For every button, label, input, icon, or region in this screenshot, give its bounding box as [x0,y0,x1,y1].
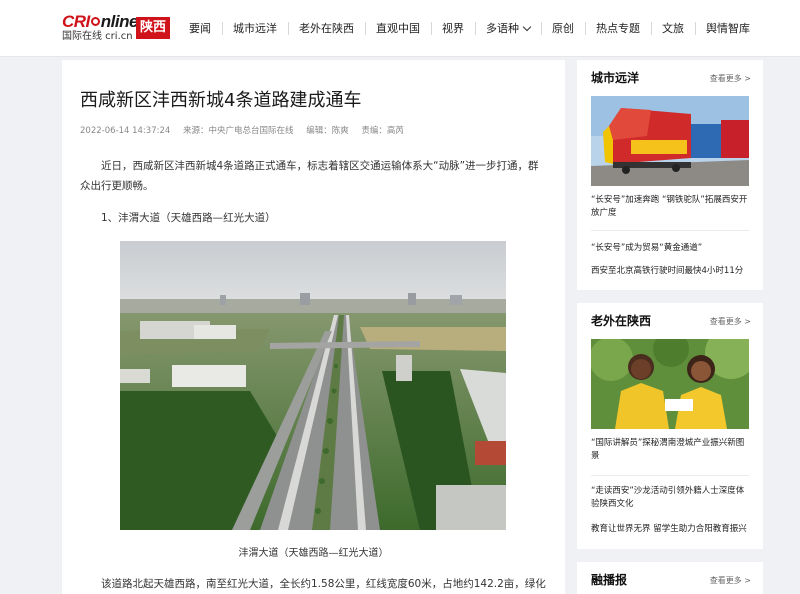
divider [591,475,749,476]
article-panel: 西咸新区沣西新城4条道路建成通车 2022-06-14 14:37:24 来源：… [62,60,565,594]
nav-item-topics[interactable]: 热点专题 [585,0,651,57]
nav-item-china[interactable]: 直观中国 [365,0,431,57]
train-thumbnail[interactable] [591,96,749,186]
article-paragraph: 近日，西咸新区沣西新城4条道路正式通车，标志着辖区交通运输体系大“动脉”进一步打… [80,160,539,192]
card-title: 融播报 [591,573,628,587]
logo-wordmark: CRI nline [62,12,138,31]
sidebar-card-broadcast: 融播报 查看更多 > [577,562,763,594]
sidebar-card-foreigners: 老外在陕西 查看更多 > “国际讲解员”探秘渭南澄城产业振兴新图景 “走读西安”… [577,303,763,549]
article-date: 2022-06-14 14:37:24 [80,126,171,136]
news-link[interactable]: “走读西安”沙龙活动引领外籍人士深度体验陕西文化 [591,485,751,511]
article-editor: 编辑：陈爽 [306,126,349,136]
women-thumbnail[interactable] [591,339,749,429]
article-reviewer: 责编：高芮 [361,126,404,136]
nav-item-thinktank[interactable]: 舆情智库 [695,0,761,57]
news-link[interactable]: “长安号”加速奔跑 “钢铁驼队”拓展西安开放广度 [591,194,751,220]
article-meta: 2022-06-14 14:37:24 来源：中央广电总台国际在线 编辑：陈爽 … [80,124,550,136]
article-photo-road [120,241,506,530]
chevron-down-icon [522,22,532,31]
aerial-road-image [120,241,506,530]
article-source: 来源：中央广电总台国际在线 [182,126,294,136]
news-link[interactable]: “长安号”成为贸易“黄金通道” [591,242,751,255]
logo-subtitle: 国际在线 cri.cn [62,31,133,42]
article-subheading: 1、沣渭大道（天雄西路—红光大道） [101,212,276,224]
nav-item-foreigners[interactable]: 老外在陕西 [288,0,365,57]
article-paragraph: 该道路北起天雄西路，南至红光大道，全长约1.58公里，红线宽度60米，占地约14… [101,578,546,590]
view-more-link[interactable]: 查看更多 > [710,316,751,327]
photo-caption: 沣渭大道（天雄西路—红光大道） [238,548,389,559]
nav-item-original[interactable]: 原创 [541,0,585,57]
card-title: 城市远洋 [591,71,640,85]
nav-item-city[interactable]: 城市远洋 [222,0,288,57]
sidebar-card-city: 城市远洋 查看更多 > “长安号”加速奔跑 “钢铁驼队”拓展西安开放广度 “长安… [577,60,763,290]
nav-item-vision[interactable]: 视界 [431,0,475,57]
nav-item-languages[interactable]: 多语种 [475,0,541,57]
divider [591,230,749,231]
view-more-link[interactable]: 查看更多 > [710,73,751,84]
card-header: 城市远洋 查看更多 > [591,69,751,89]
main-nav: 要闻 城市远洋 老外在陕西 直观中国 视界 多语种 原创 热点专题 文旅 舆情智… [178,0,761,57]
card-title: 老外在陕西 [591,314,652,328]
card-header: 融播报 查看更多 > [591,571,751,591]
card-header: 老外在陕西 查看更多 > [591,312,751,332]
nav-item-news[interactable]: 要闻 [178,0,222,57]
site-logo[interactable]: CRI nline 国际在线 cri.cn 陕西 [62,11,170,45]
two-women-orchard-image [591,339,749,429]
news-link[interactable]: 教育让世界无界 留学生助力合阳教育振兴 [591,523,751,536]
news-link[interactable]: “国际讲解员”探秘渭南澄城产业振兴新图景 [591,437,751,463]
article-title: 西咸新区沣西新城4条道路建成通车 [80,90,362,111]
view-more-link[interactable]: 查看更多 > [710,575,751,586]
region-badge[interactable]: 陕西 [136,17,170,39]
site-header: CRI nline 国际在线 cri.cn 陕西 要闻 城市远洋 老外在陕西 直观… [0,0,800,57]
nav-item-tourism[interactable]: 文旅 [651,0,695,57]
freight-train-image [591,96,749,186]
news-link[interactable]: 西安至北京高铁行驶时间最快4小时11分 [591,265,751,278]
